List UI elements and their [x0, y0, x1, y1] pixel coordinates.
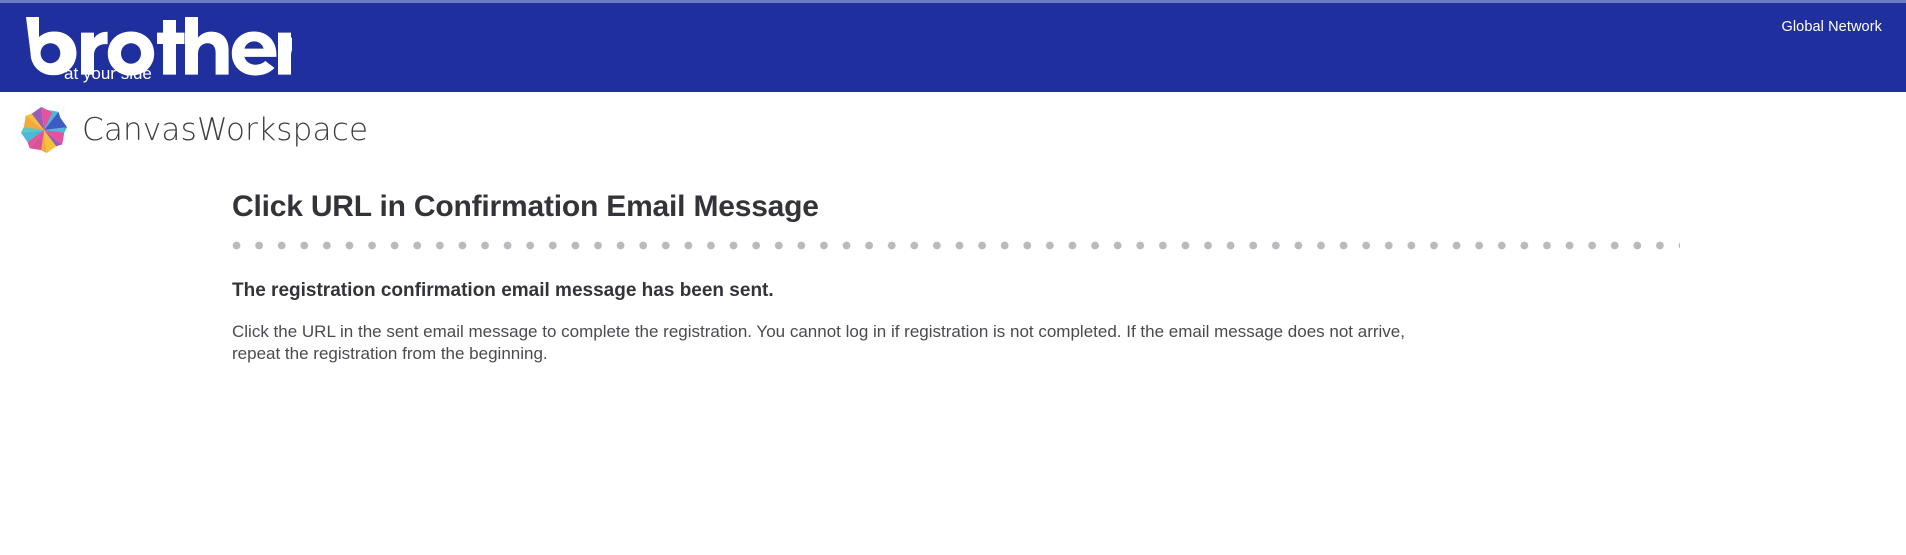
page-title: Click URL in Confirmation Email Message: [232, 190, 819, 223]
product-logo-row: CanvasWorkspace: [0, 92, 1906, 168]
canvasworkspace-wordmark: CanvasWorkspace: [82, 112, 369, 148]
brand-header-bar: at your side Global Network: [0, 0, 1906, 92]
global-network-link[interactable]: Global Network: [1781, 19, 1882, 35]
brother-logo[interactable]: at your side: [22, 11, 292, 83]
dotted-divider: [232, 241, 1680, 250]
canvasworkspace-pinwheel-logo-icon: [20, 106, 68, 154]
confirmation-lead-text: The registration confirmation email mess…: [232, 280, 774, 301]
main-content: Click URL in Confirmation Email Message …: [0, 168, 1906, 366]
brother-tagline-text: at your side: [64, 64, 152, 83]
confirmation-body-text: Click the URL in the sent email message …: [232, 322, 1405, 364]
